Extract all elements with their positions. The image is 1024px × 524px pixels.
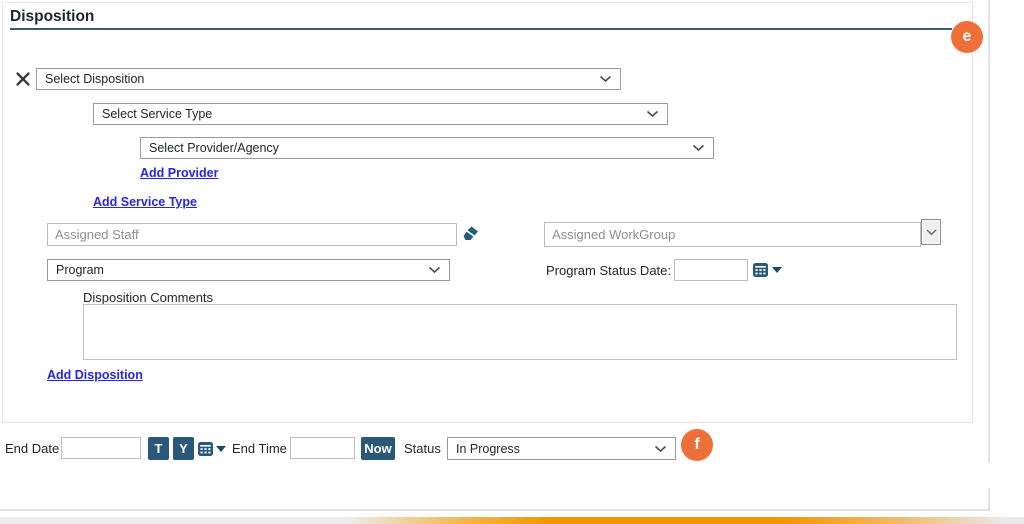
assigned-workgroup-dropdown-button[interactable]	[921, 219, 941, 245]
chevron-down-icon	[599, 75, 612, 83]
disposition-comments-textarea[interactable]	[83, 304, 957, 360]
assigned-workgroup-input[interactable]	[544, 222, 921, 247]
provider-agency-select[interactable]: Select Provider/Agency	[140, 137, 714, 159]
assigned-staff-input[interactable]	[47, 223, 457, 246]
end-time-label: End Time	[232, 441, 287, 456]
add-provider-link[interactable]: Add Provider	[140, 166, 219, 180]
outer-frame-line	[0, 509, 990, 511]
chevron-down-icon	[654, 445, 667, 453]
annotation-badge-e: e	[951, 21, 983, 53]
now-button[interactable]: Now	[361, 437, 395, 460]
chevron-down-icon	[646, 110, 659, 118]
disposition-select[interactable]: Select Disposition	[36, 68, 621, 90]
program-status-date-input[interactable]	[674, 259, 748, 281]
provider-agency-select-value: Select Provider/Agency	[149, 141, 686, 155]
status-select-value: In Progress	[456, 442, 648, 456]
add-service-type-link[interactable]: Add Service Type	[93, 195, 197, 209]
caret-down-icon[interactable]	[216, 446, 226, 452]
outer-frame-line	[988, 488, 990, 511]
chevron-down-icon	[692, 144, 705, 152]
calendar-icon[interactable]	[752, 261, 769, 278]
program-select-value: Program	[56, 263, 422, 277]
end-time-input[interactable]	[290, 437, 355, 459]
caret-down-icon[interactable]	[772, 267, 782, 273]
page-title: Disposition	[10, 8, 94, 26]
disposition-select-value: Select Disposition	[45, 72, 593, 86]
bottom-gradient-bar	[0, 517, 1024, 524]
end-date-input[interactable]	[61, 437, 141, 459]
add-disposition-link[interactable]: Add Disposition	[47, 368, 143, 382]
calendar-icon[interactable]	[197, 440, 214, 457]
eraser-icon[interactable]	[461, 224, 480, 243]
chevron-down-icon	[926, 229, 937, 236]
program-status-date-label: Program Status Date:	[546, 263, 671, 278]
service-type-select-value: Select Service Type	[102, 107, 640, 121]
service-type-select[interactable]: Select Service Type	[93, 103, 668, 125]
annotation-badge-f: f	[681, 429, 713, 461]
disposition-screen: Disposition e Select Disposition Select …	[0, 0, 1024, 524]
chevron-down-icon	[428, 266, 441, 274]
close-icon[interactable]	[15, 71, 31, 87]
today-button[interactable]: T	[148, 437, 169, 460]
program-select[interactable]: Program	[47, 259, 450, 281]
yesterday-button[interactable]: Y	[173, 437, 194, 460]
status-select[interactable]: In Progress	[447, 437, 676, 460]
disposition-comments-label: Disposition Comments	[83, 290, 213, 305]
outer-frame-line	[988, 0, 990, 463]
title-underline	[10, 28, 952, 30]
end-date-label: End Date	[5, 441, 59, 456]
status-label: Status	[404, 441, 441, 456]
